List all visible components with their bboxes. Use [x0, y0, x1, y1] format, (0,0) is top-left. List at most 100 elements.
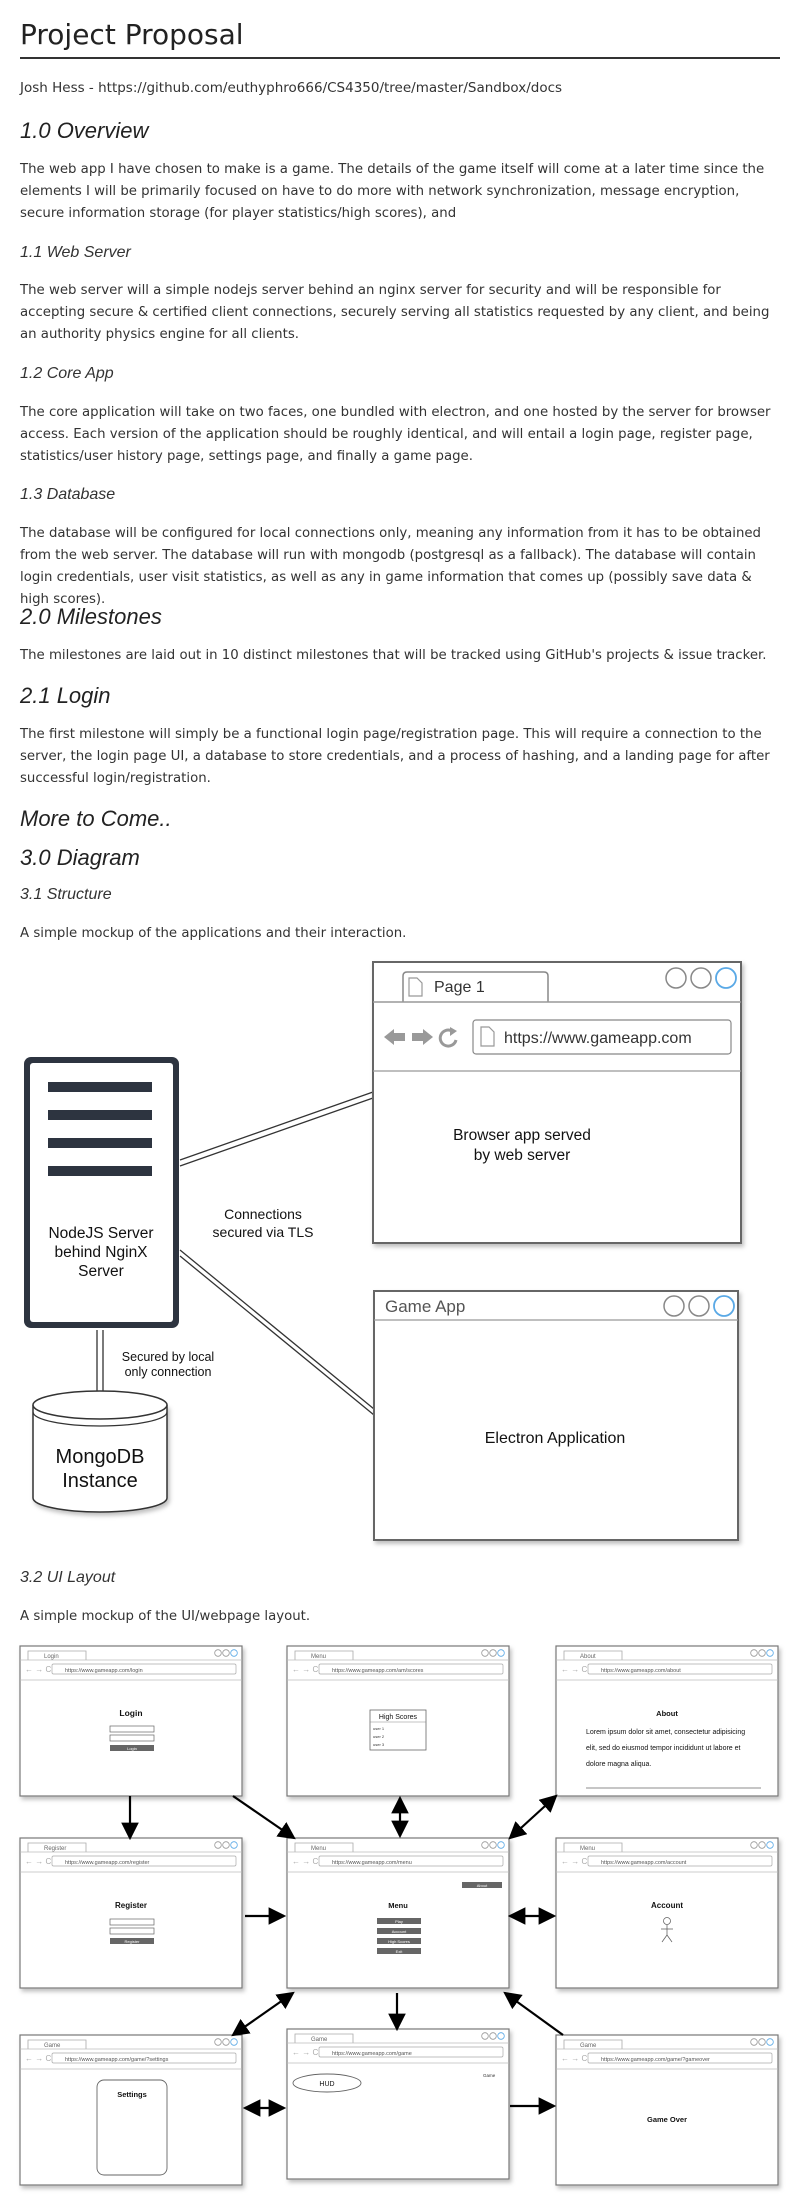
register-button-label: Register: [125, 1939, 141, 1944]
mini-url-bar: [587, 1663, 773, 1675]
mini-window-circle-icon: [750, 1841, 758, 1849]
ui-about-window: About ← → C https://www.gameapp.com/about A…: [555, 1645, 779, 1797]
page-title: Project Proposal: [20, 18, 780, 59]
connection-electron: [179, 1249, 375, 1416]
mini-nav-icon: ← → C: [292, 1665, 318, 1674]
about-text-line: elit, sed do eiusmod tempor incididunt u…: [586, 1745, 741, 1752]
mini-tab-label: Login: [44, 1654, 59, 1660]
menu-about-button: [462, 1882, 502, 1888]
close-circle-icon: [715, 967, 737, 989]
heading-more-to-come: More to Come..: [20, 806, 172, 831]
text-login: The first milestone will simply be a fun…: [20, 727, 770, 786]
menu-button: [377, 1928, 421, 1934]
menu-button-label: High Scores: [388, 1939, 410, 1944]
mini-window-circle-icon: [230, 1649, 238, 1657]
mini-window-circle-icon: [222, 1841, 230, 1849]
mini-url-text: https://www.gameapp.com/login: [65, 1668, 143, 1674]
browser-body-line2: by web server: [474, 1147, 570, 1164]
text-web-server: The web server will a simple nodejs serv…: [20, 283, 770, 342]
mini-url-bar: [318, 1855, 504, 1867]
browser-url-bar: [472, 1019, 732, 1055]
maximize-circle-icon: [690, 967, 712, 989]
mini-url-text: https://www.gameapp.com/about: [601, 1668, 681, 1674]
about-title: About: [656, 1709, 678, 1718]
server-label-line2: behind NginX: [54, 1244, 148, 1261]
mini-tab-label: Game: [580, 2043, 597, 2049]
server-bar: [48, 1110, 152, 1120]
login-username-field: [109, 1725, 155, 1733]
gameover-title: Game Over: [647, 2115, 687, 2124]
mini-window-circle-icon: [758, 2038, 766, 2046]
mini-url-bar: [587, 1855, 773, 1867]
heading-web-server: 1.1 Web Server: [20, 244, 131, 261]
mini-nav-icon: ← → C: [561, 1857, 587, 1866]
menu-title: Menu: [388, 1901, 408, 1910]
mini-url-text: https://www.gameapp.com/menu: [332, 1860, 412, 1866]
server-label-line3: Server: [78, 1263, 124, 1280]
hud-label: HUD: [319, 2081, 334, 2088]
ui-login-window: Login ← → C https://www.gameapp.com/login L…: [19, 1645, 243, 1797]
ui-account-window: Menu ← → C https://www.gameapp.com/account…: [555, 1837, 779, 1989]
mini-tab-label: Menu: [580, 1846, 595, 1852]
mini-url-bar: [51, 2052, 237, 2064]
mini-nav-icon: ← → C: [292, 2048, 318, 2057]
mini-window-circle-icon: [230, 2038, 238, 2046]
browser-url-text: https://www.gameapp.com: [504, 1030, 692, 1047]
high-score-row: user 2: [373, 1734, 385, 1739]
mini-url-text: https://www.gameapp.com/register: [65, 1860, 150, 1866]
mini-window-circle-icon: [750, 2038, 758, 2046]
high-scores-title: High Scores: [379, 1714, 418, 1721]
mini-window-circle-icon: [766, 1841, 774, 1849]
settings-title: Settings: [117, 2090, 147, 2099]
mini-window-circle-icon: [481, 2032, 489, 2040]
server-bar: [48, 1082, 152, 1092]
menu-button-label: Account: [392, 1929, 407, 1934]
forward-arrow-icon: [412, 1029, 433, 1045]
about-text-line: Lorem ipsum dolor sit amet, consectetur …: [586, 1729, 745, 1736]
heading-database: 1.3 Database: [20, 486, 116, 503]
mini-window-circle-icon: [766, 1649, 774, 1657]
db-label-line2: Instance: [62, 1470, 138, 1492]
login-button: [110, 1745, 154, 1751]
arrow-menu-about: [508, 1794, 558, 1840]
mini-url-bar: [51, 1663, 237, 1675]
game-corner-label: Game: [483, 2073, 496, 2078]
settings-panel: [96, 2079, 168, 2176]
ui-register-window: Register ← → C https://www.gameapp.com/reg…: [19, 1837, 243, 1989]
mini-tab-label: Menu: [311, 1846, 326, 1852]
heading-ui-layout: 3.2 UI Layout: [20, 1569, 116, 1586]
mini-url-bar: [587, 2052, 773, 2064]
mini-tab-label: Game: [44, 2043, 61, 2049]
mini-window-circle-icon: [489, 2032, 497, 2040]
mini-url-text: https://www.gameapp.com/am/scores: [332, 1668, 424, 1674]
mini-url-bar: [51, 1855, 237, 1867]
mini-window-circle-icon: [497, 2032, 505, 2040]
user-figure-icon: [661, 1917, 673, 1943]
ui-settings-window: Game ← → C https://www.gameapp.com/game/?s…: [19, 2034, 243, 2186]
hud-element: [292, 2073, 362, 2093]
server-label-line1: NodeJS Server: [48, 1225, 153, 1242]
maximize-circle-icon: [688, 1295, 710, 1317]
server-bar: [48, 1138, 152, 1148]
back-arrow-icon: [384, 1029, 405, 1045]
page-icon: [408, 977, 423, 997]
heading-milestones: 2.0 Milestones: [20, 604, 162, 629]
mini-url-text: https://www.gameapp.com/game/?settings: [65, 2057, 169, 2063]
mini-window-circle-icon: [230, 1841, 238, 1849]
game-window-title: Game App: [385, 1297, 465, 1316]
mini-tab-label: Game: [311, 2037, 328, 2043]
database-node: MongoDB Instance: [32, 1390, 168, 1513]
high-score-row: user 1: [373, 1726, 385, 1731]
browser-tab-label: Page 1: [434, 979, 485, 996]
mini-window-circle-icon: [489, 1841, 497, 1849]
register-title: Register: [115, 1901, 147, 1910]
server-bar: [48, 1166, 152, 1176]
login-password-field: [109, 1734, 155, 1742]
menu-button: [377, 1938, 421, 1944]
browser-window: Page 1 https://www.gameapp.com Browser a…: [372, 961, 742, 1244]
mini-tab-label: Menu: [311, 1654, 326, 1660]
ui-menu-window: Menu ← → C https://www.gameapp.com/menu Abo…: [286, 1837, 510, 1989]
server-node: NodeJS Server behind NginX Server: [24, 1057, 179, 1328]
mini-window-circle-icon: [758, 1649, 766, 1657]
heading-core-app: 1.2 Core App: [20, 365, 114, 382]
